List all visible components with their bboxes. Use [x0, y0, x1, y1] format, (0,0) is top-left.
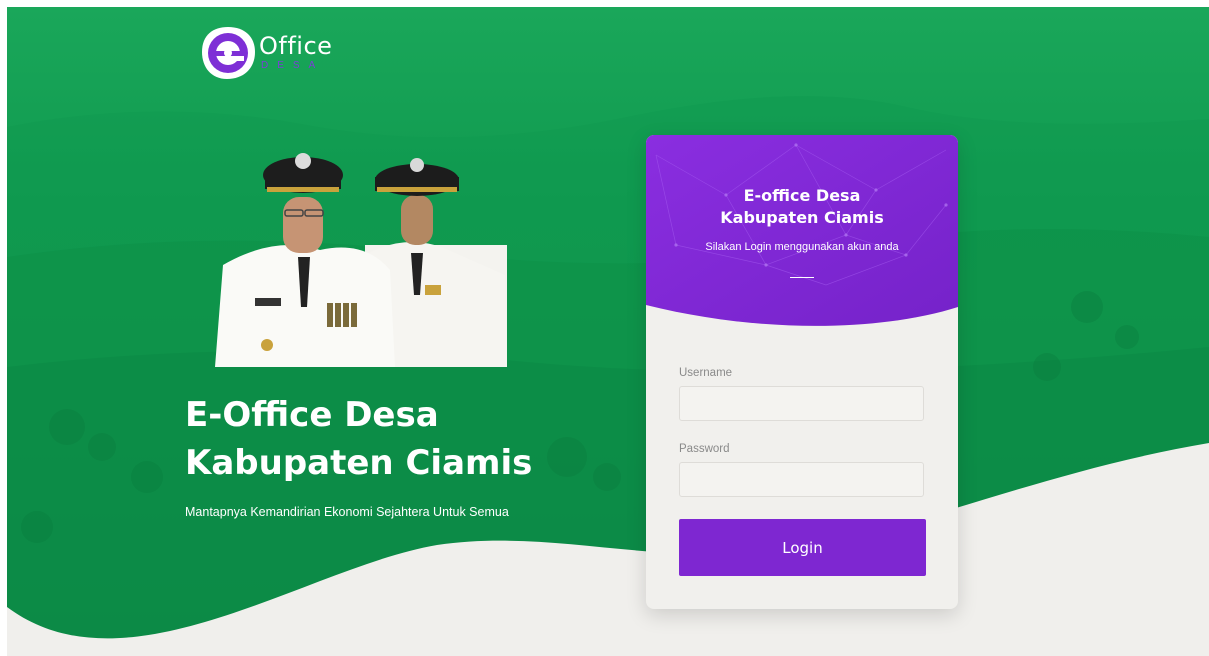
card-subtitle: Silakan Login menggunakan akun anda: [705, 241, 899, 253]
login-button[interactable]: Login: [679, 519, 926, 576]
username-input[interactable]: [679, 386, 924, 421]
password-label: Password: [679, 443, 730, 455]
hero-title: E-Office Desa Kabupaten Ciamis: [185, 391, 605, 487]
card-divider: [790, 277, 814, 278]
official-left: [215, 153, 395, 367]
officials-portrait: [215, 153, 507, 367]
username-label: Username: [679, 367, 733, 379]
card-title-line2: Kabupaten Ciamis: [720, 208, 884, 227]
logo-wordmark: Office: [259, 31, 333, 60]
hero-background: Office DESA E-Office Desa Kabupaten Ciam…: [7, 7, 1209, 656]
app-logo[interactable]: Office DESA: [199, 23, 332, 81]
card-title-line1: E-office Desa: [743, 186, 861, 205]
hero-title-line1: E-Office Desa: [185, 395, 439, 435]
password-input[interactable]: [679, 462, 924, 497]
login-page: Office DESA E-Office Desa Kabupaten Ciam…: [0, 0, 1209, 656]
logo-subtitle: DESA: [261, 59, 325, 71]
login-card: E-office Desa Kabupaten Ciamis Silakan L…: [646, 135, 958, 609]
card-title: E-office Desa Kabupaten Ciamis: [646, 185, 958, 229]
hero-tagline: Mantapnya Kemandirian Ekonomi Sejahtera …: [185, 505, 509, 519]
e-logo-icon: [202, 27, 255, 79]
hero-title-line2: Kabupaten Ciamis: [185, 443, 533, 483]
card-header-background: [646, 135, 958, 326]
bottom-wave: [7, 443, 1209, 656]
